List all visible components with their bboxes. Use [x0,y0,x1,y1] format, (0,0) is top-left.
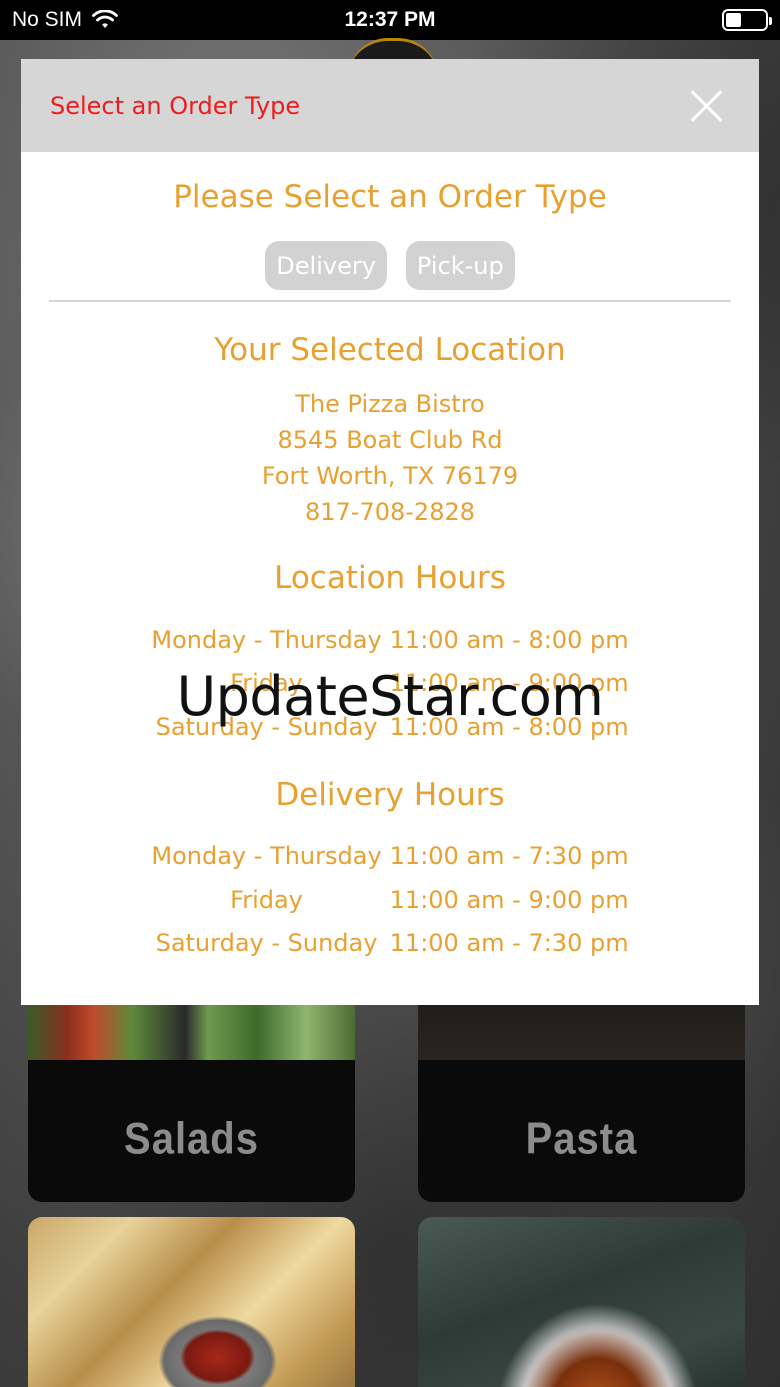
hours-time: 11:00 am - 8:00 pm [389,712,629,741]
hours-time: 11:00 am - 9:00 pm [389,669,629,698]
delivery-hours-table: Monday - Thursday 11:00 am - 7:30 pm Fri… [151,835,628,966]
hours-day: Friday [230,885,303,914]
category-tile-wings[interactable] [418,1217,745,1387]
hours-row: Friday 11:00 am - 9:00 pm [151,662,628,706]
location-name: The Pizza Bistro [295,390,485,418]
hours-day: Saturday - Sunday [155,712,378,741]
modal-header: Select an Order Type [21,59,759,152]
hours-time: 11:00 am - 7:30 pm [389,842,629,871]
hours-time: 11:00 am - 8:00 pm [389,625,629,654]
status-left: No SIM [12,8,118,32]
category-tile-breadsticks[interactable] [28,1217,355,1387]
divider [49,300,731,302]
location-city: Fort Worth, TX 76179 [261,462,519,490]
hours-time: 11:00 am - 7:30 pm [389,929,629,958]
battery-icon [722,9,772,31]
pickup-button[interactable]: Pick-up [405,241,515,290]
delivery-button[interactable]: Delivery [265,241,387,290]
location-address: The Pizza Bistro 8545 Boat Club Rd Fort … [21,386,759,530]
hours-day: Monday - Thursday [151,842,382,871]
hours-row: Saturday - Sunday 11:00 am - 7:30 pm [151,922,629,966]
location-hours-title: Location Hours [274,560,506,596]
hours-day: Monday - Thursday [151,625,382,654]
status-bar: No SIM 12:37 PM [0,0,780,40]
category-label-pasta: Pasta [525,1114,638,1164]
battery-fill [726,13,742,27]
order-type-modal: Select an Order Type Please Select an Or… [21,59,759,1005]
category-tile-pasta[interactable]: Pasta [418,985,745,1202]
order-type-prompt: Please Select an Order Type [173,179,607,215]
modal-header-title: Select an Order Type [50,91,301,120]
delivery-hours-title: Delivery Hours [275,776,505,813]
hours-row: Friday 11:00 am - 9:00 pm [151,878,628,922]
hours-day: Saturday - Sunday [155,929,378,958]
close-icon[interactable] [689,89,723,123]
hours-time: 11:00 am - 9:00 pm [389,885,629,914]
wings-photo [418,1217,745,1387]
order-type-buttons: Delivery Pick-up [21,241,759,290]
hours-row: Monday - Thursday 11:00 am - 7:30 pm [151,835,628,879]
modal-body: Please Select an Order Type Delivery Pic… [21,179,759,965]
category-label-salads: Salads [124,1114,259,1164]
location-street: 8545 Boat Club Rd [277,426,503,454]
hours-row: Saturday - Sunday 11:00 am - 8:00 pm [151,705,629,749]
category-tile-salads[interactable]: Salads [28,985,355,1202]
hours-day: Friday [230,669,303,698]
carrier-label: No SIM [12,8,83,31]
breadsticks-photo [28,1217,355,1387]
wifi-icon [92,10,118,28]
location-hours-table: Monday - Thursday 11:00 am - 8:00 pm Fri… [151,618,628,749]
location-phone[interactable]: 817-708-2828 [21,494,759,530]
location-title: Your Selected Location [214,332,566,368]
hours-row: Monday - Thursday 11:00 am - 8:00 pm [151,618,628,662]
